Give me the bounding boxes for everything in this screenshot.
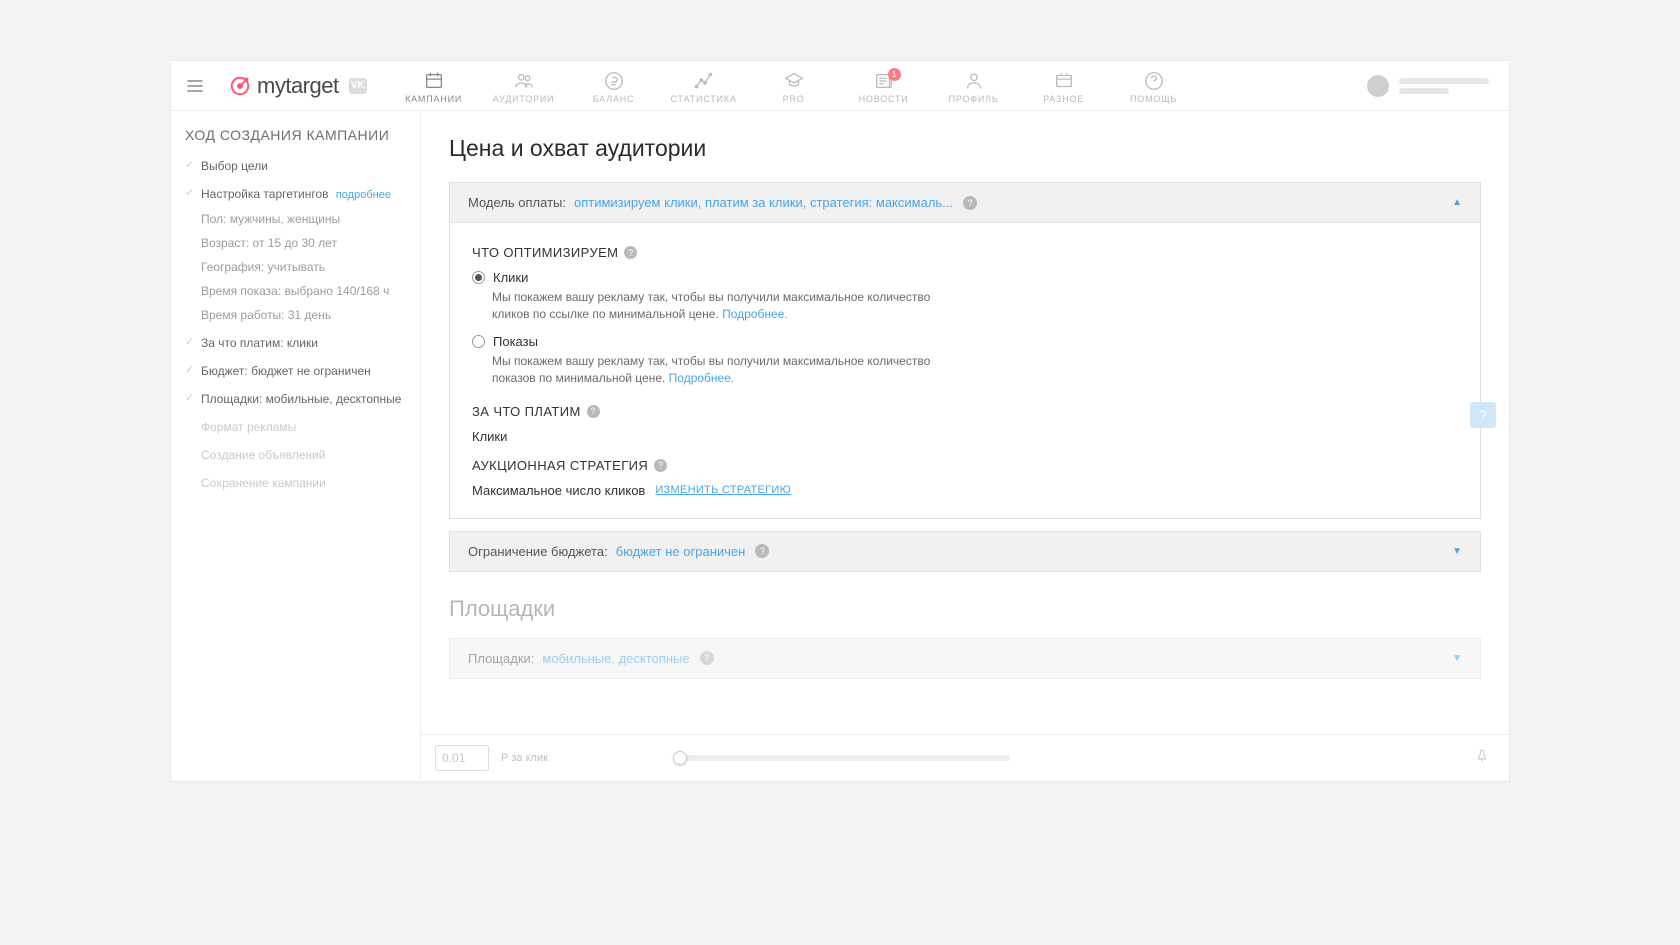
payfor-value: Клики: [472, 429, 1458, 444]
campaigns-icon: [423, 70, 445, 92]
optimize-title: ЧТО ОПТИМИЗИРУЕМ ?: [472, 245, 1458, 260]
brand-logo[interactable]: mytarget VK: [219, 73, 377, 99]
radio-impressions-input[interactable]: [472, 335, 485, 348]
caret-down-icon: ▼: [1452, 653, 1462, 664]
user-menu[interactable]: [1367, 75, 1489, 97]
step-budget[interactable]: ✓ Бюджет: бюджет не ограничен: [185, 362, 406, 380]
caret-down-icon: ▼: [1452, 546, 1462, 557]
impressions-description: Мы покажем вашу рекламу так, чтобы вы по…: [492, 353, 962, 388]
sub-time: Время показа: выбрано 140/168 ч: [201, 282, 406, 300]
vk-badge: VK: [349, 78, 367, 94]
radio-clicks-input[interactable]: [472, 271, 485, 284]
stats-icon: [693, 70, 715, 92]
help-icon[interactable]: ?: [755, 544, 769, 558]
price-footer-bar: Р за клик: [421, 734, 1509, 781]
placements-panel: Площадки: мобильные, десктопные ? ▼: [449, 638, 1481, 679]
nav-campaigns[interactable]: КАМПАНИИ: [391, 64, 477, 108]
budget-panel-header[interactable]: Ограничение бюджета: бюджет не ограничен…: [450, 532, 1480, 571]
misc-icon: [1053, 70, 1075, 92]
sub-age: Возраст: от 15 до 30 лет: [201, 234, 406, 252]
top-nav: КАМПАНИИ АУДИТОРИИ БАЛАНС СТАТИСТИКА PRO: [391, 64, 1197, 108]
budget-panel: Ограничение бюджета: бюджет не ограничен…: [449, 531, 1481, 572]
clicks-description: Мы покажем вашу рекламу так, чтобы вы по…: [492, 289, 962, 324]
help-icon[interactable]: ?: [654, 459, 667, 472]
check-icon: ✓: [185, 334, 195, 352]
help-icon[interactable]: ?: [700, 651, 714, 665]
nav-profile[interactable]: ПРОФИЛЬ: [931, 64, 1017, 108]
step-goal[interactable]: ✓ Выбор цели: [185, 157, 406, 175]
nav-stats[interactable]: СТАТИСТИКА: [661, 64, 747, 108]
user-name-placeholder: [1399, 78, 1489, 94]
check-icon: ✓: [185, 362, 195, 380]
step-save: ✓ Сохранение кампании: [185, 474, 406, 492]
brand-name: mytarget: [257, 73, 339, 99]
news-badge: 1: [888, 68, 901, 81]
target-icon: [229, 75, 251, 97]
step-placements[interactable]: ✓ Площадки: мобильные, десктопные: [185, 390, 406, 408]
strategy-value: Максимальное число кликов: [472, 483, 645, 498]
nav-balance[interactable]: БАЛАНС: [571, 64, 657, 108]
sub-gender: Пол: мужчины, женщины: [201, 210, 406, 228]
header: mytarget VK КАМПАНИИ АУДИТОРИИ БАЛАНС: [171, 61, 1509, 111]
profile-icon: [963, 70, 985, 92]
price-slider[interactable]: [680, 755, 1010, 761]
step-payfor[interactable]: ✓ За что платим: клики: [185, 334, 406, 352]
payment-panel-header[interactable]: Модель оплаты: оптимизируем клики, плати…: [450, 183, 1480, 223]
help-icon[interactable]: ?: [587, 405, 600, 418]
help-icon[interactable]: ?: [624, 246, 637, 259]
impressions-more-link[interactable]: Подробнее.: [669, 371, 735, 385]
app-shell: mytarget VK КАМПАНИИ АУДИТОРИИ БАЛАНС: [170, 60, 1510, 782]
caret-up-icon: ▲: [1452, 197, 1462, 208]
avatar: [1367, 75, 1389, 97]
hamburger-menu[interactable]: [177, 68, 213, 104]
price-input[interactable]: [435, 745, 489, 771]
main-content: Цена и охват аудитории Модель оплаты: оп…: [421, 111, 1509, 781]
payment-summary: оптимизируем клики, платим за клики, стр…: [574, 195, 953, 210]
price-unit-label: Р за клик: [501, 752, 548, 764]
step-targeting[interactable]: ✓ Настройка таргетингов подробнее: [185, 185, 406, 204]
optimize-option-clicks: Клики Мы покажем вашу рекламу так, чтобы…: [472, 270, 1458, 324]
nav-misc[interactable]: РАЗНОЕ: [1021, 64, 1107, 108]
campaign-progress-sidebar: ХОД СОЗДАНИЯ КАМПАНИИ ✓ Выбор цели ✓ Нас…: [171, 111, 421, 781]
strategy-title: АУКЦИОННАЯ СТРАТЕГИЯ ?: [472, 458, 1458, 473]
optimize-option-impressions: Показы Мы покажем вашу рекламу так, чтоб…: [472, 334, 1458, 388]
help-icon[interactable]: ?: [963, 196, 977, 210]
nav-pro[interactable]: PRO: [751, 64, 837, 108]
balance-icon: [603, 70, 625, 92]
step-create-ads: ✓ Создание объявлений: [185, 446, 406, 464]
pin-icon[interactable]: [1475, 749, 1489, 766]
payment-model-panel: Модель оплаты: оптимизируем клики, плати…: [449, 182, 1481, 519]
placements-heading: Площадки: [449, 596, 1481, 622]
sub-duration: Время работы: 31 день: [201, 306, 406, 324]
placements-summary: мобильные, десктопные: [542, 651, 689, 666]
check-icon: ✓: [185, 157, 195, 175]
nav-news[interactable]: 1 НОВОСТИ: [841, 64, 927, 108]
targeting-details-link[interactable]: подробнее: [336, 189, 391, 201]
help-icon: [1143, 70, 1165, 92]
page-title: Цена и охват аудитории: [449, 135, 1481, 162]
body: ХОД СОЗДАНИЯ КАМПАНИИ ✓ Выбор цели ✓ Нас…: [171, 111, 1509, 781]
step-format: ✓ Формат рекламы: [185, 418, 406, 436]
budget-summary: бюджет не ограничен: [616, 544, 746, 559]
pro-icon: [783, 70, 805, 92]
nav-help[interactable]: ПОМОЩЬ: [1111, 64, 1197, 108]
check-icon: ✓: [185, 185, 195, 204]
check-icon: ✓: [185, 390, 195, 408]
radio-impressions[interactable]: Показы: [472, 334, 1458, 349]
radio-clicks[interactable]: Клики: [472, 270, 1458, 285]
audiences-icon: [513, 70, 535, 92]
sidebar-title: ХОД СОЗДАНИЯ КАМПАНИИ: [185, 127, 406, 143]
clicks-more-link[interactable]: Подробнее.: [722, 307, 788, 321]
payfor-title: ЗА ЧТО ПЛАТИМ ?: [472, 404, 1458, 419]
sub-geo: География: учитывать: [201, 258, 406, 276]
placements-panel-header[interactable]: Площадки: мобильные, десктопные ? ▼: [450, 639, 1480, 678]
floating-help-button[interactable]: ?: [1470, 402, 1496, 428]
nav-audiences[interactable]: АУДИТОРИИ: [481, 64, 567, 108]
change-strategy-link[interactable]: ИЗМЕНИТЬ СТРАТЕГИЮ: [655, 484, 791, 496]
